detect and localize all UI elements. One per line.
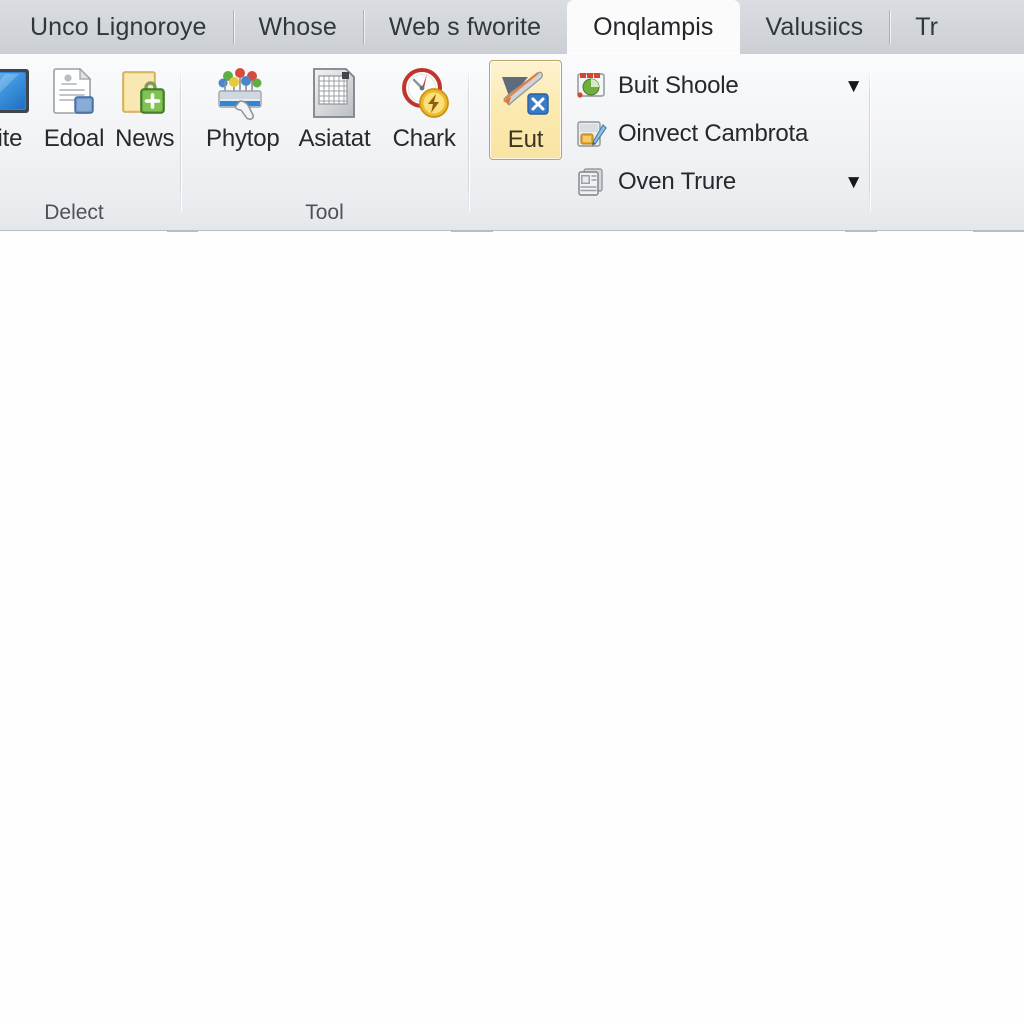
ribbon-toolbar: aite Edoal [0,54,1024,232]
ribbon-button-label: Phytop [206,125,280,152]
tab-unco-lignoroye[interactable]: Unco Lignoroye [4,0,233,54]
gauge-lightning-icon [395,64,453,122]
tab-label: Onqlampis [593,12,714,41]
ribbon-menu-item-oinvect-cambrota[interactable]: Oinvect Cambrota ▼ [570,114,869,154]
application-window: Unco Lignoroye Whose Web s fworite Onqla… [0,0,1024,1024]
tab-whose[interactable]: Whose [232,0,363,54]
group-body: Phytop Asiatat Chark [181,54,468,196]
ribbon-button-chark[interactable]: Chark [380,60,468,153]
ribbon-button-label: Asiatat [298,125,371,152]
ribbon-button-label: Chark [392,125,456,152]
ribbon-button-label: Edoal [43,125,105,152]
ribbon-button-eut[interactable]: Eut [489,60,562,160]
ribbon-menu-item-oven-trure[interactable]: Oven Trure ▼ [570,162,869,202]
tab-tr-truncated[interactable]: Tr [889,0,964,54]
ribbon-button-phytop[interactable]: Phytop [197,60,289,153]
group-body: aite Edoal [0,54,180,196]
ribbon-group-actions: Eut Buit Shoole ▼ Oinvect Cambrota Oven … [469,54,869,232]
brush-arrow-x-icon [496,65,554,123]
monitor-screen-icon [0,64,32,122]
document-content-area[interactable] [0,232,1024,1024]
chevron-down-icon[interactable]: ▼ [818,77,863,96]
pie-chart-icon [576,70,608,102]
ribbon-menu-column: Buit Shoole ▼ Oinvect Cambrota Oven Trur… [562,60,869,202]
ribbon-button-edoal[interactable]: Edoal [39,60,110,153]
ribbon-group-empty [870,54,980,232]
group-label-delect: Delect [0,196,180,232]
ribbon-tab-strip: Unco Lignoroye Whose Web s fworite Onqla… [0,0,1024,54]
group-body [870,54,980,196]
tab-label: Web s fworite [388,12,542,41]
ribbon-group-delect: aite Edoal [0,54,180,232]
group-label-tool: Tool [181,196,468,232]
folder-lock-icon [116,64,174,122]
ribbon-button-label: Eut [507,126,544,153]
document-edit-icon [45,64,103,122]
tab-label: Whose [258,12,337,41]
ribbon-menu-item-buit-shoole[interactable]: Buit Shoole ▼ [570,66,869,106]
tab-label: Valusiics [765,12,864,41]
tab-onqlampis[interactable]: Onqlampis [567,0,740,54]
ribbon-group-tool: Phytop Asiatat Chark Tool [181,54,468,232]
ribbon-button-news[interactable]: News [109,60,180,153]
ribbon-menu-item-label: Oinvect Cambrota [617,120,809,147]
group-label-empty [870,196,980,232]
group-label-actions [469,202,869,232]
tab-label: Unco Lignoroye [30,12,207,41]
chevron-down-icon[interactable]: ▼ [818,173,863,192]
document-pen-icon [576,118,608,150]
document-stack-icon [576,166,608,198]
tab-label: Tr [915,12,939,41]
ribbon-button-asiatat[interactable]: Asiatat [289,60,381,153]
tab-web-s-fworite[interactable]: Web s fworite [362,0,567,54]
ribbon-menu-item-label: Oven Trure [617,168,737,195]
ribbon-menu-item-label: Buit Shoole [617,72,739,99]
people-group-pointer-icon [214,64,272,122]
ribbon-button-label: aite [0,125,23,152]
ribbon-button-aite[interactable]: aite [0,60,39,153]
group-body: Eut Buit Shoole ▼ Oinvect Cambrota Oven … [469,54,869,202]
grid-sheet-icon [305,64,363,122]
ribbon-button-label: News [115,125,175,152]
tab-valusiics[interactable]: Valusiics [740,0,890,54]
